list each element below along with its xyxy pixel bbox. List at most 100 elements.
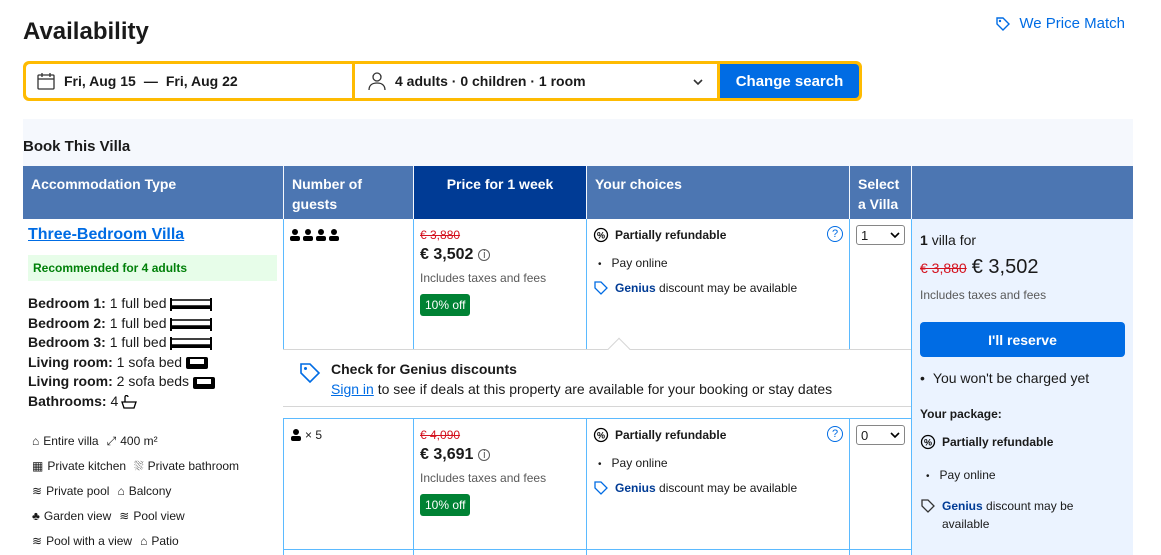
change-search-button[interactable]: Change search [720,64,859,98]
person-icon [291,429,301,441]
pool-view-icon: ≋ [119,509,130,523]
bed-icon [169,317,212,331]
col-header-guests: Number of guests [284,166,413,219]
bed-list: Bedroom 1: 1 full bed Bedroom 2: 1 full … [28,294,216,412]
size-icon: ⤢ [106,434,117,448]
taxes-note: Includes taxes and fees [420,271,547,285]
divider [586,418,587,555]
sign-in-link[interactable]: Sign in [331,381,374,397]
kitchen-icon: ▦ [32,459,44,473]
genius-banner-title: Check for Genius discounts [331,361,517,377]
bathtub-icon [121,395,138,409]
guests-summary: 4 adults · 0 children · 1 room [395,73,586,89]
date-picker[interactable]: Fri, Aug 15 — Fri, Aug 22 [26,64,352,98]
svg-text:%: % [924,438,932,448]
reserve-button[interactable]: I'll reserve [920,322,1125,357]
bed-icon [169,337,212,351]
balcony-icon: ⌂ [117,484,125,498]
original-price: € 3,880 [420,228,461,242]
payment-note: Pay online [598,456,843,470]
guests-selector[interactable]: 4 adults · 0 children · 1 room [355,64,717,98]
payment-note: Pay online [598,256,843,270]
svg-text:%: % [597,231,605,241]
chevron-down-icon [890,232,900,239]
package-payment: Pay online [926,468,996,482]
info-icon[interactable]: i [478,249,491,261]
patio-icon: ⌂ [140,534,148,548]
tag-icon [300,363,321,384]
facility-item: ≋ Pool view [119,504,184,529]
genius-banner-text: Sign in to see if deals at this property… [331,381,833,397]
facility-item: ♣ Garden view [32,504,111,529]
info-icon[interactable]: i [478,449,491,461]
original-price: € 4,090 [420,428,461,442]
price-cell: € 4,090 € 3,691 i Includes taxes and fees… [420,428,580,516]
facility-item: ⌂ Entire villa [32,429,99,454]
col-header-choices: Your choices [587,166,849,219]
discount-badge: 10% off [420,494,471,516]
col-header-select: Select a Villa [850,166,911,219]
taxes-note: Includes taxes and fees [420,471,547,485]
bed-icon [169,298,212,312]
chevron-down-icon [890,432,900,439]
villa-quantity-select[interactable]: 1 [856,225,905,245]
pool-icon: ≋ [32,534,43,548]
divider [283,418,911,419]
bed-row: Bedroom 3: 1 full bed [28,333,216,353]
summary-price: € 3,880 € 3,502 [920,256,1039,278]
bed-row: Bedroom 2: 1 full bed [28,314,216,334]
price-cell: € 3,880 € 3,502 i Includes taxes and fees… [420,228,580,316]
facility-item: ⛆ Private bathroom [134,454,239,479]
facility-item: ▦ Private kitchen [32,454,126,479]
facility-item: ≋ Private pool [32,479,109,504]
bed-row: Living room: 1 sofa bed [28,353,216,373]
villa-quantity-select[interactable]: 0 [856,425,905,445]
divider [849,418,850,555]
villa-name-link[interactable]: Three-Bedroom Villa [28,226,184,244]
facility-list: ⌂ Entire villa ⤢ 400 m² ▦ Private kitchen ⛆… [32,429,239,554]
help-icon[interactable]: ? [827,226,843,242]
price-match-label: We Price Match [1019,15,1125,32]
recommendation-badge: Recommended for 4 adults [28,255,277,281]
col-header-type: Accommodation Type [23,166,283,219]
refund-icon: % [593,427,609,443]
page-title: Availability [23,18,149,45]
guest-count [290,228,342,242]
calendar-icon [37,73,55,90]
choices-cell: %Partially refundable Pay online Genius … [593,427,843,496]
bed-row: Bedroom 1: 1 full bed [28,294,216,314]
facility-item: ≋ Pool with a view [32,529,132,554]
summary-taxes: Includes taxes and fees [920,288,1047,302]
divider [283,549,911,550]
section-title: Book This Villa [23,138,131,155]
sofa-icon [193,376,216,389]
guest-count: × 5 [290,428,322,442]
discount-badge: 10% off [420,294,471,316]
date-to: Fri, Aug 22 [165,73,238,89]
bed-row: Living room: 2 sofa beds [28,372,216,392]
divider [413,418,414,555]
price-match-link[interactable]: We Price Match [995,15,1125,32]
facility-item: ⌂ Balcony [117,479,171,504]
date-from: Fri, Aug 15 [64,73,136,89]
help-icon[interactable]: ? [827,426,843,442]
refund-icon: % [920,434,936,450]
divider [849,219,850,350]
date-separator: — [143,73,158,89]
divider [283,219,284,350]
summary-count: 1 villa for [920,232,977,248]
current-price: € 3,502 i [420,246,580,264]
col-header-price[interactable]: Price for 1 week [414,166,586,227]
four-persons-icon [290,229,339,241]
package-genius: Genius discount may be available [920,497,1120,533]
no-charge-note: You won't be charged yet [920,370,1089,386]
tag-icon [921,499,935,513]
garden-icon: ♣ [32,509,40,523]
col-header-summary [912,166,1133,219]
refund-icon: % [593,227,609,243]
genius-banner: Check for Genius discounts Sign in to se… [283,337,911,407]
reservation-summary: 1 villa for € 3,880 € 3,502 Includes taxe… [912,219,1133,555]
divider [586,219,587,350]
house-icon: ⌂ [32,434,40,448]
pool-icon: ≋ [32,484,43,498]
